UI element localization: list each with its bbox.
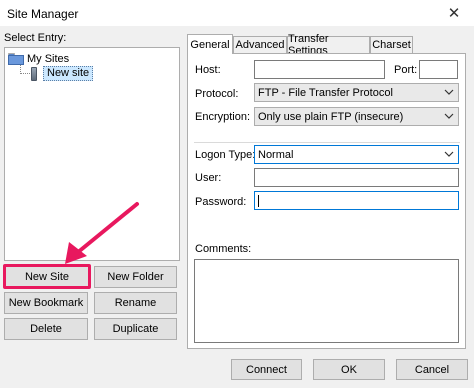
user-label: User:: [195, 172, 222, 184]
separator: [194, 142, 460, 143]
protocol-select[interactable]: FTP - File Transfer Protocol: [254, 83, 459, 102]
password-label: Password:: [195, 196, 247, 208]
encryption-select[interactable]: Only use plain FTP (insecure): [254, 107, 459, 126]
port-label: Port:: [394, 64, 418, 76]
comments-textarea[interactable]: [194, 259, 459, 343]
encryption-value: Only use plain FTP (insecure): [258, 110, 404, 123]
encryption-label: Encryption:: [195, 111, 251, 123]
tree-item-new-site[interactable]: New site: [29, 66, 94, 81]
port-input[interactable]: [419, 60, 458, 79]
host-input[interactable]: [254, 60, 385, 79]
tree-item-label: My Sites: [27, 52, 70, 65]
chevron-down-icon: [444, 151, 454, 157]
comments-label: Comments:: [195, 243, 252, 255]
chevron-down-icon: [444, 89, 454, 95]
close-icon[interactable]: ✕: [434, 0, 474, 26]
protocol-label: Protocol:: [195, 88, 239, 100]
tree-item-my-sites[interactable]: My Sites: [8, 51, 69, 66]
tab-charset[interactable]: Charset: [370, 36, 413, 53]
tab-advanced[interactable]: Advanced: [233, 36, 287, 53]
select-entry-label: Select Entry:: [4, 32, 67, 44]
protocol-value: FTP - File Transfer Protocol: [258, 86, 393, 99]
ok-button[interactable]: OK: [313, 359, 385, 380]
title-bar: Site Manager ✕: [0, 0, 474, 26]
connect-button[interactable]: Connect: [231, 359, 302, 380]
duplicate-button[interactable]: Duplicate: [94, 318, 177, 340]
user-input[interactable]: [254, 168, 459, 187]
arrow-annotation: [65, 202, 139, 264]
tree-item-label: New site: [43, 66, 94, 81]
tab-transfer-settings[interactable]: Transfer Settings: [287, 33, 370, 57]
tab-general[interactable]: General: [187, 34, 233, 54]
site-icon: [29, 66, 39, 81]
logon-type-select[interactable]: Normal: [254, 145, 459, 164]
rename-button[interactable]: Rename: [94, 292, 177, 314]
new-folder-button[interactable]: New Folder: [94, 266, 177, 288]
password-input[interactable]: [254, 191, 459, 210]
window-title: Site Manager: [7, 7, 79, 21]
folder-icon: [8, 52, 24, 65]
chevron-down-icon: [444, 113, 454, 119]
host-label: Host:: [195, 64, 221, 76]
logon-type-value: Normal: [258, 148, 294, 161]
delete-button[interactable]: Delete: [4, 318, 88, 340]
logon-type-label: Logon Type:: [195, 149, 256, 161]
text-cursor: [258, 195, 259, 207]
new-bookmark-button[interactable]: New Bookmark: [4, 292, 88, 314]
cancel-button[interactable]: Cancel: [396, 359, 468, 380]
